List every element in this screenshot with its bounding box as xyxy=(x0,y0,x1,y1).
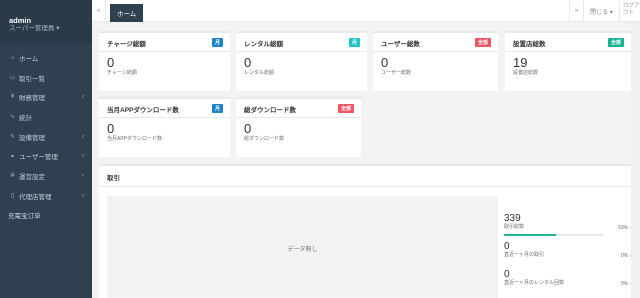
sidebar-item-home[interactable]: ⌂ ホーム xyxy=(0,48,92,68)
stat-card-rental-total: レンタル総額 月 0 レンタル総額 xyxy=(236,31,367,91)
tab-scroll-back-button[interactable]: « xyxy=(92,0,106,22)
page-scrollbar[interactable] xyxy=(631,22,640,298)
sidebar-item-label: 充電宝订单 xyxy=(8,213,41,221)
double-chevron-left-icon: « xyxy=(96,8,101,14)
sidebar-item-settings[interactable]: ✲ 運営設定 ‹ xyxy=(0,166,92,186)
period-badge: 全部 xyxy=(474,38,491,47)
users-icon: ⚭ xyxy=(9,153,16,160)
card-title: レンタル総額 xyxy=(244,41,283,48)
card-value: 0 xyxy=(107,121,115,136)
card-value: 0 xyxy=(381,55,389,70)
sidebar-item-label: ユーザー管理 xyxy=(19,154,58,162)
sidebar-item-agents[interactable]: ▯ 代理店管理 ‹ xyxy=(0,186,92,206)
logout-button[interactable]: ログアウト xyxy=(619,0,640,22)
card-caption: ユーザー総数 xyxy=(381,70,411,76)
period-badge: 月 xyxy=(348,38,360,47)
progress-bar xyxy=(504,234,603,236)
sidebar-item-devices[interactable]: ✎ 設備管理 ‹ xyxy=(0,127,92,147)
stat-card-total-downloads: 総ダウンロード数 全部 0 総ダウンロード数 xyxy=(236,97,361,157)
chevron-left-icon: ‹ xyxy=(82,94,84,101)
user-role-dropdown[interactable]: スーパー管理員 ▾ xyxy=(9,25,92,33)
progress-fill xyxy=(504,234,557,236)
card-caption: 当月APPダウンロード数 xyxy=(107,136,163,142)
period-badge: 月 xyxy=(211,104,223,113)
card-value: 0 xyxy=(107,55,115,70)
card-title: 当月APPダウンロード数 xyxy=(107,107,179,114)
card-title: チャージ総額 xyxy=(107,41,146,48)
card-caption: チャージ総額 xyxy=(107,70,137,76)
card-caption: 総ダウンロード数 xyxy=(244,136,285,142)
panel-title: 取引 xyxy=(99,166,636,187)
chart-icon: ∿ xyxy=(9,114,16,121)
list-icon: ▭ xyxy=(9,75,16,82)
user-profile[interactable]: admin スーパー管理員 ▾ xyxy=(0,0,92,44)
chevron-left-icon: ‹ xyxy=(82,153,84,160)
sidebar-item-transactions[interactable]: ▭ 取引一覧 xyxy=(0,68,92,88)
stat-label: 直近一ヶ月の取引 xyxy=(504,252,545,258)
card-value: 19 xyxy=(513,55,528,70)
card-title: ユーザー総数 xyxy=(381,41,420,48)
stat-card-charge-total: チャージ総額 月 0 チャージ総額 xyxy=(99,31,230,91)
tab-scroll-forward-button[interactable]: » xyxy=(569,0,583,22)
card-caption: 設置店総数 xyxy=(513,70,539,76)
sidebar-item-users[interactable]: ⚭ ユーザー管理 ‹ xyxy=(0,146,92,166)
user-name: admin xyxy=(9,16,32,25)
sidebar-item-label: 財務管理 xyxy=(19,95,45,103)
stat-transactions-total: 339 取引総数 53% ↑ xyxy=(504,213,632,236)
card-value: 0 xyxy=(244,121,252,136)
period-badge: 全部 xyxy=(337,104,354,113)
sidebar-item-finance[interactable]: ¥ 財務管理 ‹ xyxy=(0,87,92,107)
stat-label: 取引総数 xyxy=(504,224,525,230)
transactions-panel: 取引 データ無し 339 取引総数 53% ↑ 0 直近一ヶ月の取引 0% ↑ … xyxy=(99,164,636,298)
chevron-left-icon: ‹ xyxy=(82,133,84,140)
stat-transactions-last-month: 0 直近一ヶ月の取引 0% ↑ xyxy=(504,241,632,259)
empty-message: データ無し xyxy=(287,246,318,253)
stat-rentals-last-month: 0 直近一ヶ月のレンタル回数 0% ↑ xyxy=(504,269,632,287)
card-caption: レンタル総額 xyxy=(244,70,275,76)
stat-card-store-total: 設置店総数 全部 19 設置店総数 xyxy=(505,31,631,91)
sidebar-item-label: 取引一覧 xyxy=(19,75,45,83)
settings-icon: ✲ xyxy=(9,173,16,180)
sidebar: admin スーパー管理員 ▾ ⌂ ホーム ▭ 取引一覧 ¥ 財務管理 ‹ ∿ 統計 ✎ 設… xyxy=(0,0,92,298)
card-title: 総ダウンロード数 xyxy=(244,107,296,114)
close-tabs-dropdown[interactable]: 閉じる ▾ xyxy=(583,0,619,22)
transactions-chart-empty: データ無し xyxy=(107,196,498,298)
card-value: 0 xyxy=(244,55,252,70)
double-chevron-right-icon: » xyxy=(574,8,579,14)
card-title: 設置店総数 xyxy=(513,41,546,48)
sidebar-nav: ⌂ ホーム ▭ 取引一覧 ¥ 財務管理 ‹ ∿ 統計 ✎ 設備管理 ‹ ⚭ ユーザー管理 ‹ ✲ 運… xyxy=(0,48,92,225)
agent-icon: ▯ xyxy=(10,193,15,200)
stat-value: 339 xyxy=(504,213,521,224)
chevron-left-icon: ‹ xyxy=(82,172,84,179)
sidebar-item-label: ホーム xyxy=(19,55,39,63)
sidebar-item-label: 運営設定 xyxy=(19,173,45,181)
stat-percent: 53% ↑ xyxy=(618,225,632,231)
chevron-left-icon: ‹ xyxy=(82,192,84,199)
yen-icon: ¥ xyxy=(10,94,15,101)
tab-bar: « ホーム » 閉じる ▾ ログアウト xyxy=(92,0,640,22)
stat-card-user-total: ユーザー総数 全部 0 ユーザー総数 xyxy=(373,31,498,91)
stat-value: 0 xyxy=(504,241,510,252)
home-icon: ⌂ xyxy=(10,54,15,61)
sidebar-item-statistics[interactable]: ∿ 統計 xyxy=(0,107,92,127)
stat-card-monthly-app-downloads: 当月APPダウンロード数 月 0 当月APPダウンロード数 xyxy=(99,97,230,157)
sidebar-item-powerbank-orders[interactable]: 充電宝订单 xyxy=(0,206,92,226)
period-badge: 月 xyxy=(211,38,223,47)
sidebar-item-label: 代理店管理 xyxy=(19,193,52,201)
period-badge: 全部 xyxy=(607,38,624,47)
stat-value: 0 xyxy=(504,269,510,280)
sidebar-item-label: 統計 xyxy=(19,114,32,122)
stat-label: 直近一ヶ月のレンタル回数 xyxy=(504,280,565,286)
sidebar-item-label: 設備管理 xyxy=(19,134,45,142)
device-icon: ✎ xyxy=(9,134,16,141)
tab-home[interactable]: ホーム xyxy=(110,4,144,22)
